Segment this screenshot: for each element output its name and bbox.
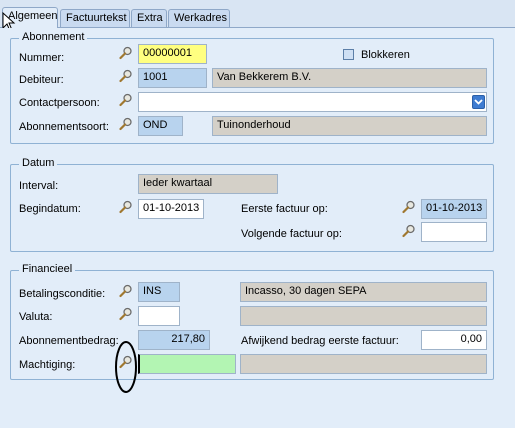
magnifier-icon[interactable] <box>402 224 416 238</box>
debiteur-name-field: Van Bekkerem B.V. <box>212 68 487 88</box>
begindatum-field[interactable]: 01-10-2013 <box>138 199 204 219</box>
begindatum-label: Begindatum: <box>19 203 81 215</box>
tab-label: Extra <box>137 12 163 24</box>
machtiging-desc-field <box>240 354 487 374</box>
valuta-label: Valuta: <box>19 311 53 323</box>
nummer-label: Nummer: <box>19 52 65 64</box>
betalingsconditie-desc-field: Incasso, 30 dagen SEPA <box>240 282 487 302</box>
abonnementbedrag-label: Abonnementbedrag: <box>19 335 119 347</box>
afwijkend-bedrag-field[interactable]: 0,00 <box>421 330 487 350</box>
abonnementsoort-code-field[interactable]: OND <box>138 116 183 136</box>
tab-label: Factuurtekst <box>66 12 127 24</box>
abonnementsoort-desc-field: Tuinonderhoud <box>212 116 487 136</box>
debiteur-code-field[interactable]: 1001 <box>138 68 207 88</box>
valuta-desc-field <box>240 306 487 326</box>
machtiging-field[interactable] <box>138 354 236 374</box>
tab-bar: Algemeen Factuurtekst Extra Werkadres <box>0 0 515 28</box>
magnifier-icon[interactable] <box>119 284 133 298</box>
tab-factuurtekst[interactable]: Factuurtekst <box>60 9 130 27</box>
valuta-field[interactable] <box>138 306 180 326</box>
tab-werkadres[interactable]: Werkadres <box>168 9 230 27</box>
volgende-factuur-field[interactable] <box>421 222 487 242</box>
magnifier-icon[interactable] <box>119 93 133 107</box>
interval-label: Interval: <box>19 180 59 192</box>
blokkeren-label: Blokkeren <box>361 49 410 61</box>
datum-group-title: Datum <box>19 157 58 169</box>
betalingsconditie-code-field[interactable]: INS <box>138 282 180 302</box>
magnifier-icon[interactable] <box>402 200 416 214</box>
magnifier-icon[interactable] <box>119 46 133 60</box>
chevron-down-icon[interactable] <box>472 95 485 109</box>
abonnementbedrag-field[interactable]: 217,80 <box>138 330 210 350</box>
magnifier-icon[interactable] <box>119 200 133 214</box>
magnifier-icon[interactable] <box>119 117 133 131</box>
magnifier-icon[interactable] <box>119 307 133 321</box>
abonnementsoort-label: Abonnementsoort: <box>19 121 109 133</box>
financieel-group-title: Financieel <box>19 263 76 275</box>
abonnement-group-title: Abonnement <box>19 31 88 43</box>
nummer-field[interactable]: 00000001 <box>138 44 207 64</box>
eerste-factuur-label: Eerste factuur op: <box>241 203 328 215</box>
afwijkend-bedrag-label: Afwijkend bedrag eerste factuur: <box>241 335 399 347</box>
tab-label: Werkadres <box>174 12 227 24</box>
debiteur-label: Debiteur: <box>19 74 64 86</box>
annotation-ellipse <box>115 341 137 393</box>
contactpersoon-dropdown[interactable] <box>138 92 487 112</box>
volgende-factuur-label: Volgende factuur op: <box>241 228 342 240</box>
magnifier-icon[interactable] <box>119 69 133 83</box>
contactpersoon-label: Contactpersoon: <box>19 97 100 109</box>
betalingsconditie-label: Betalingsconditie: <box>19 288 106 300</box>
blokkeren-checkbox[interactable] <box>343 49 354 60</box>
machtiging-label: Machtiging: <box>19 359 76 371</box>
tab-extra[interactable]: Extra <box>131 9 167 27</box>
interval-field: Ieder kwartaal <box>138 174 278 194</box>
eerste-factuur-field[interactable]: 01-10-2013 <box>421 199 487 219</box>
